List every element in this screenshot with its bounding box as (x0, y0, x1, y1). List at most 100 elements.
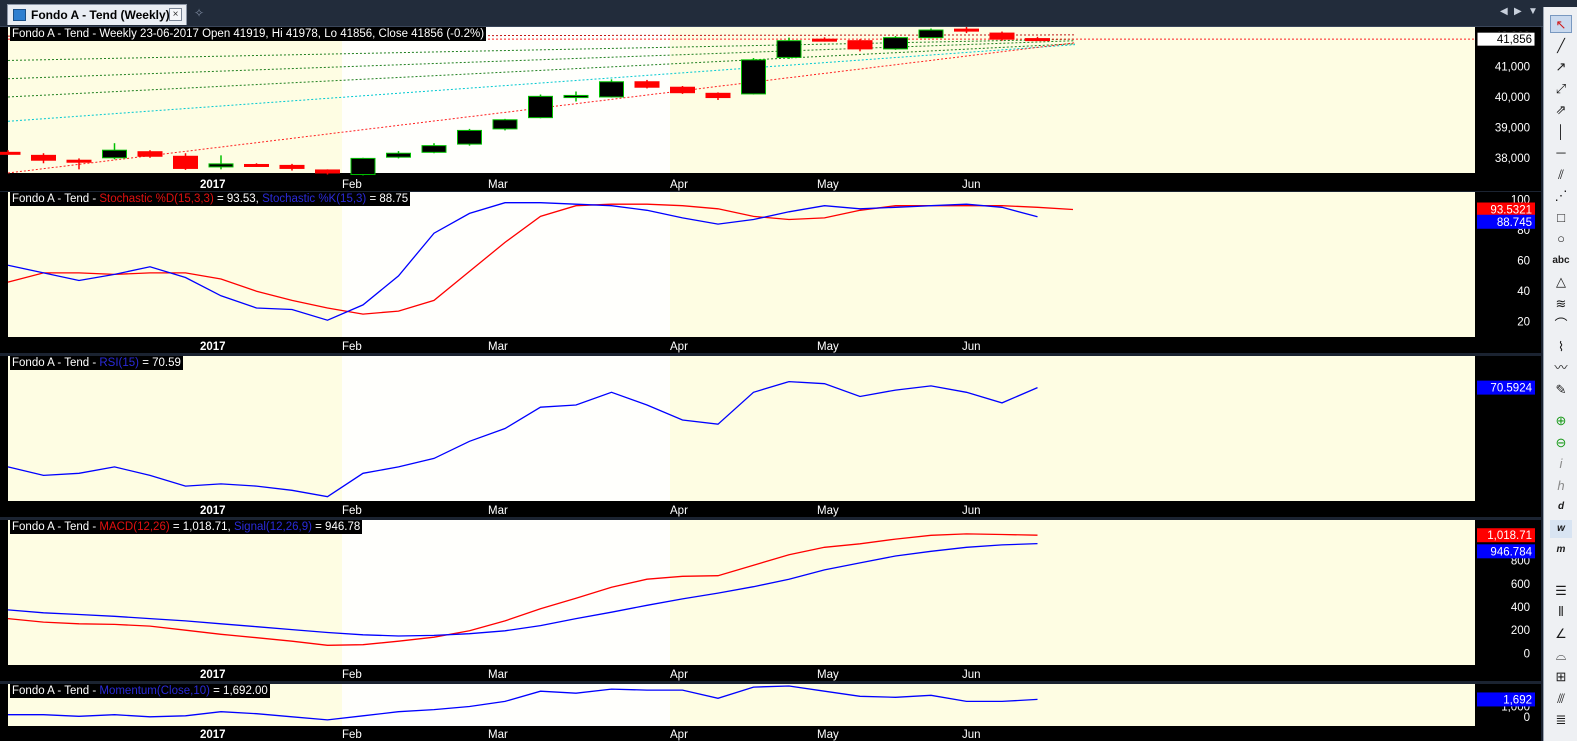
macd-x-tick: Feb (342, 669, 362, 681)
macd-y-tick: 0 (1524, 648, 1530, 660)
price-y-tick: 41,000 (1495, 62, 1530, 74)
candle-body (599, 81, 624, 98)
stoch-y-tick: 60 (1517, 256, 1530, 268)
candle-body (492, 119, 518, 130)
new-tab-icon[interactable]: ✧ (194, 6, 204, 20)
macd-y-tick: 400 (1511, 602, 1530, 614)
stoch-x-axis (8, 337, 1475, 353)
stoch-k-value: = 88.75 (366, 193, 409, 205)
mom-band-2 (962, 684, 1475, 726)
list-icon[interactable]: ≣ (1550, 711, 1572, 729)
bars-icon[interactable]: ⦀ (1550, 603, 1572, 621)
macd-band-1 (342, 520, 670, 665)
interval-m-tool[interactable]: m (1550, 541, 1572, 559)
candle-body (421, 145, 447, 153)
mom-x-tick: Mar (488, 729, 508, 741)
candle-body (66, 159, 92, 163)
mom-left-border (0, 684, 8, 741)
macd-y-axis (1475, 520, 1541, 681)
fan-tool[interactable]: ⋰ (1550, 187, 1572, 205)
rsi-x-tick: May (817, 505, 839, 517)
stoch-k-tag: 88.745 (1497, 217, 1532, 229)
speed-lines-tool[interactable]: ⫻ (1550, 690, 1572, 708)
chart-canvas[interactable]: 2017 Feb Mar Apr May Jun 38,000 39,000 40,000 41,… (0, 27, 1542, 741)
signal-value: = 946.78 (311, 521, 361, 533)
price-x-tick: Mar (488, 179, 508, 191)
interval-i-tool[interactable]: i (1550, 455, 1572, 473)
polyline-tool[interactable]: 〰 (1550, 359, 1572, 377)
rsi-left-border (0, 356, 8, 517)
tab-close-icon[interactable]: × (169, 8, 182, 21)
vertical-line-tool[interactable]: │ (1550, 123, 1572, 141)
macd-panel-label: Fondo A - Tend - MACD(12,26) = 1,018.71,… (10, 520, 363, 534)
rsi-name: RSI(15) (99, 357, 139, 369)
interval-d-tool[interactable]: d (1550, 498, 1572, 516)
ray-tool[interactable]: ↗ (1550, 58, 1572, 76)
ellipse-tool[interactable]: ○ (1550, 230, 1572, 248)
rsi-panel-label: Fondo A - Tend - RSI(15) = 70.59 (10, 356, 183, 370)
mom-x-axis (8, 726, 1475, 741)
candle-body (563, 94, 589, 99)
macd-y-tick: 200 (1511, 625, 1530, 637)
price-last-tag: 41,856 (1497, 34, 1532, 46)
cycle-tool[interactable]: ⌇ (1550, 338, 1572, 356)
candle-body (1025, 38, 1050, 42)
macd-panel (0, 520, 1541, 681)
price-x-tick: May (817, 179, 839, 191)
candle-body (137, 151, 163, 157)
rsi-x-tick: Mar (488, 505, 508, 517)
extended-line-tool[interactable]: ⤢ (1550, 80, 1572, 98)
candle-body (989, 32, 1015, 40)
stoch-d-name: Stochastic %D(15,3,3) (99, 193, 214, 205)
tab-next-icon[interactable]: ▶ (1514, 6, 1522, 17)
price-y-tick: 38,000 (1495, 153, 1530, 165)
stoch-y-tick: 20 (1517, 317, 1530, 329)
rsi-x-tick: Apr (670, 505, 688, 517)
parallel-line-tool[interactable]: ⇗ (1550, 101, 1572, 119)
price-band-1 (342, 27, 670, 173)
price-x-tick: Apr (670, 179, 688, 191)
tab-prev-icon[interactable]: ◀ (1500, 6, 1508, 17)
interval-w-tool[interactable]: w (1550, 520, 1572, 538)
select-tool[interactable]: ↖ (1550, 15, 1572, 33)
zoom-out-icon[interactable]: ⊖ (1550, 434, 1572, 452)
rsi-tag: 70.5924 (1490, 383, 1532, 395)
macd-x-tick: Jun (962, 669, 981, 681)
horizontal-line-tool[interactable]: ─ (1550, 144, 1572, 162)
candle-body (386, 152, 411, 158)
angle-tool[interactable]: ∠ (1550, 625, 1572, 643)
candle-body (670, 86, 695, 94)
triangle-tool[interactable]: △ (1550, 273, 1572, 291)
fibonacci-tool[interactable]: ≋ (1550, 295, 1572, 313)
candle-body (173, 155, 198, 169)
macd-x-axis (8, 665, 1475, 681)
tab-menu-icon[interactable]: ▼ (1528, 6, 1538, 17)
mom-x-tick: 2017 (200, 729, 226, 741)
text-tool[interactable]: abc (1550, 252, 1572, 270)
chart-area[interactable]: 2017 Feb Mar Apr May Jun 38,000 39,000 40,000 41,… (0, 27, 1542, 741)
interval-h-tool[interactable]: h (1550, 477, 1572, 495)
chart-tab[interactable]: Fondo A - Tend (Weekly) × (7, 4, 187, 25)
zoom-in-icon[interactable]: ⊕ (1550, 412, 1572, 430)
gann-tool[interactable]: ⌓ (1550, 647, 1572, 665)
rsi-y-axis (1475, 356, 1541, 517)
mom-label-prefix: Fondo A - Tend - (12, 685, 100, 697)
candle-body (244, 163, 269, 167)
channel-tool[interactable]: ⫽ (1550, 166, 1572, 184)
mom-x-tick: Jun (962, 729, 981, 741)
trendline-tool[interactable]: ╱ (1550, 37, 1572, 55)
chart-app-icon (13, 9, 26, 21)
price-x-tick: Jun (962, 179, 981, 191)
macd-x-tick: May (817, 669, 839, 681)
grid-icon[interactable]: ⊞ (1550, 668, 1572, 686)
candle-body (315, 169, 340, 174)
price-left-border (0, 27, 8, 191)
menu-lines-icon[interactable]: ☰ (1550, 582, 1572, 600)
rectangle-tool[interactable]: □ (1550, 209, 1572, 227)
arc-tool[interactable]: ⌒ (1550, 316, 1572, 334)
pen-tool[interactable]: ✎ (1550, 381, 1572, 399)
macd-left-border (0, 520, 8, 681)
stoch-y-tick: 40 (1517, 286, 1530, 298)
candle-body (847, 40, 873, 50)
momentum-tag: 1,692 (1503, 694, 1532, 706)
